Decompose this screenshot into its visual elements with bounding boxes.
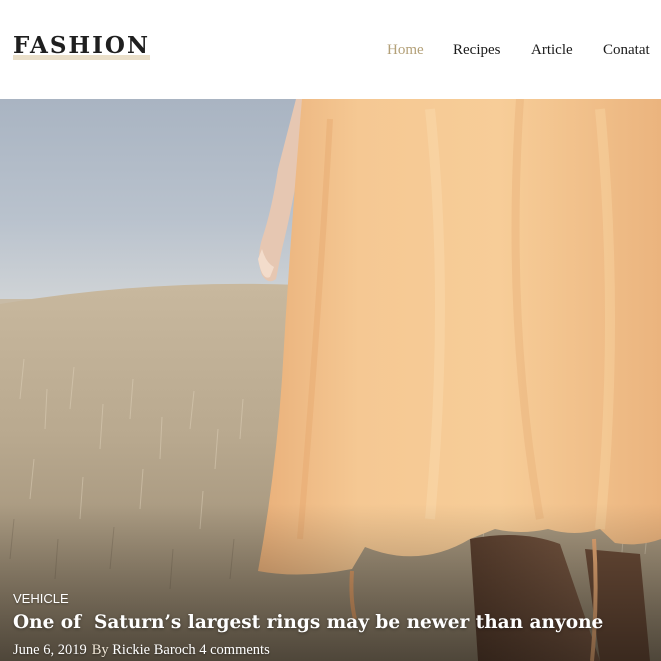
post-meta: June 6, 2019 By Rickie Baroch 4 comments	[13, 640, 270, 660]
hero-image[interactable]	[0, 99, 661, 661]
nav-recipes[interactable]: Recipes	[453, 40, 500, 60]
post-title[interactable]: One of Saturn’s largest rings may be new…	[13, 610, 653, 636]
post-date[interactable]: June 6, 2019	[13, 642, 87, 658]
post-author[interactable]: Rickie Baroch	[112, 642, 195, 658]
site-header: FASHION Home Recipes Article Conatat	[0, 0, 661, 99]
nav-contact[interactable]: Conatat	[603, 40, 650, 60]
nav-home[interactable]: Home	[387, 40, 424, 60]
nav-article[interactable]: Article	[531, 40, 573, 60]
post-comments[interactable]: 4 comments	[199, 642, 269, 658]
site-logo[interactable]: FASHION	[13, 31, 150, 61]
post-category[interactable]: VEHICLE	[13, 591, 69, 607]
by-label: By	[91, 642, 109, 658]
hero-post[interactable]: VEHICLE One of Saturn’s largest rings ma…	[0, 99, 661, 661]
